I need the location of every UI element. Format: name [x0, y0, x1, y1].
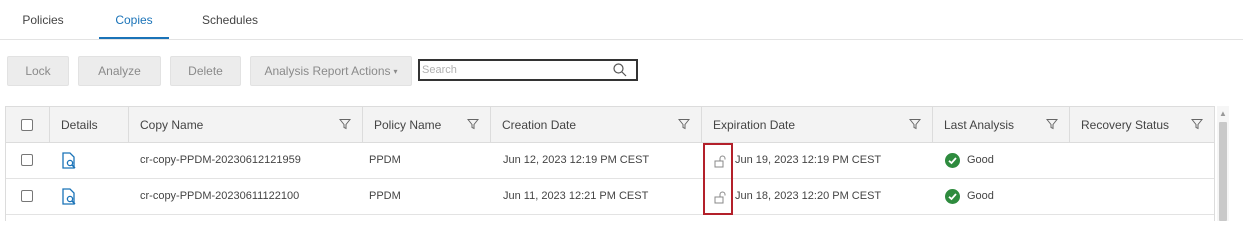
header-expiration-date-label: Expiration Date	[713, 118, 796, 132]
expiration-date-cell: Jun 18, 2023 12:20 PM CEST	[735, 190, 882, 202]
header-details: Details	[49, 107, 128, 143]
filter-icon[interactable]	[678, 118, 690, 130]
copy-name-cell: cr-copy-PPDM-20230612121959	[140, 154, 301, 166]
vertical-scrollbar[interactable]: ▲	[1217, 106, 1229, 221]
header-policy-name-label: Policy Name	[374, 118, 442, 132]
copies-table: Details Copy Name Policy Name Creation D…	[5, 106, 1215, 221]
filter-icon[interactable]	[339, 118, 351, 130]
row-checkbox[interactable]	[21, 154, 33, 166]
toolbar: Lock Analyze Delete Analysis Report Acti…	[0, 56, 1243, 86]
lock-icons-highlight	[703, 143, 733, 215]
delete-button[interactable]: Delete	[170, 56, 241, 86]
search-box	[418, 59, 638, 81]
copy-name-cell: cr-copy-PPDM-20230611122100	[140, 190, 300, 202]
filter-icon[interactable]	[467, 118, 479, 130]
check-circle-icon	[945, 153, 960, 168]
header-creation-date[interactable]: Creation Date	[490, 107, 701, 143]
analyze-button[interactable]: Analyze	[78, 56, 161, 86]
header-recovery-status-label: Recovery Status	[1081, 118, 1170, 132]
filter-icon[interactable]	[1046, 118, 1058, 130]
scrollbar-thumb[interactable]	[1219, 122, 1227, 221]
header-expiration-date[interactable]: Expiration Date	[701, 107, 932, 143]
header-details-label: Details	[61, 118, 98, 132]
tab-copies[interactable]: Copies	[99, 13, 169, 39]
select-all-checkbox[interactable]	[21, 119, 33, 131]
header-copy-name[interactable]: Copy Name	[128, 107, 362, 143]
analysis-report-actions-button[interactable]: Analysis Report Actions ▾	[250, 56, 412, 86]
search-icon[interactable]	[612, 62, 628, 78]
row-checkbox[interactable]	[21, 190, 33, 202]
chevron-down-icon: ▾	[393, 67, 398, 76]
filter-icon[interactable]	[909, 118, 921, 130]
table-row[interactable]: cr-copy-PPDM-20230612121959 PPDM Jun 12,…	[6, 143, 1214, 179]
lock-button[interactable]: Lock	[7, 56, 69, 86]
header-select-cell	[6, 107, 49, 143]
policy-name-cell: PPDM	[369, 154, 401, 166]
check-circle-icon	[945, 189, 960, 204]
header-copy-name-label: Copy Name	[140, 118, 204, 132]
filter-icon[interactable]	[1191, 118, 1203, 130]
creation-date-cell: Jun 12, 2023 12:19 PM CEST	[503, 154, 650, 166]
scroll-up-icon[interactable]: ▲	[1219, 109, 1227, 118]
search-input[interactable]	[422, 62, 608, 78]
tab-bar: Policies Copies Schedules	[0, 0, 1243, 40]
header-creation-date-label: Creation Date	[502, 118, 577, 132]
last-analysis-cell: Good	[967, 190, 994, 202]
creation-date-cell: Jun 11, 2023 12:21 PM CEST	[503, 190, 649, 202]
table-row[interactable]: cr-copy-PPDM-20230611122100 PPDM Jun 11,…	[6, 179, 1214, 215]
tab-policies[interactable]: Policies	[8, 13, 78, 39]
copy-details-icon[interactable]	[61, 188, 77, 206]
header-recovery-status[interactable]: Recovery Status	[1069, 107, 1214, 143]
last-analysis-cell: Good	[967, 154, 994, 166]
analysis-report-actions-label: Analysis Report Actions	[264, 64, 391, 78]
policy-name-cell: PPDM	[369, 190, 401, 202]
header-last-analysis[interactable]: Last Analysis	[932, 107, 1069, 143]
expiration-date-cell: Jun 19, 2023 12:19 PM CEST	[735, 154, 882, 166]
table-header: Details Copy Name Policy Name Creation D…	[6, 107, 1214, 143]
copy-details-icon[interactable]	[61, 152, 77, 170]
header-policy-name[interactable]: Policy Name	[362, 107, 490, 143]
header-last-analysis-label: Last Analysis	[944, 118, 1015, 132]
tab-schedules[interactable]: Schedules	[190, 13, 270, 39]
